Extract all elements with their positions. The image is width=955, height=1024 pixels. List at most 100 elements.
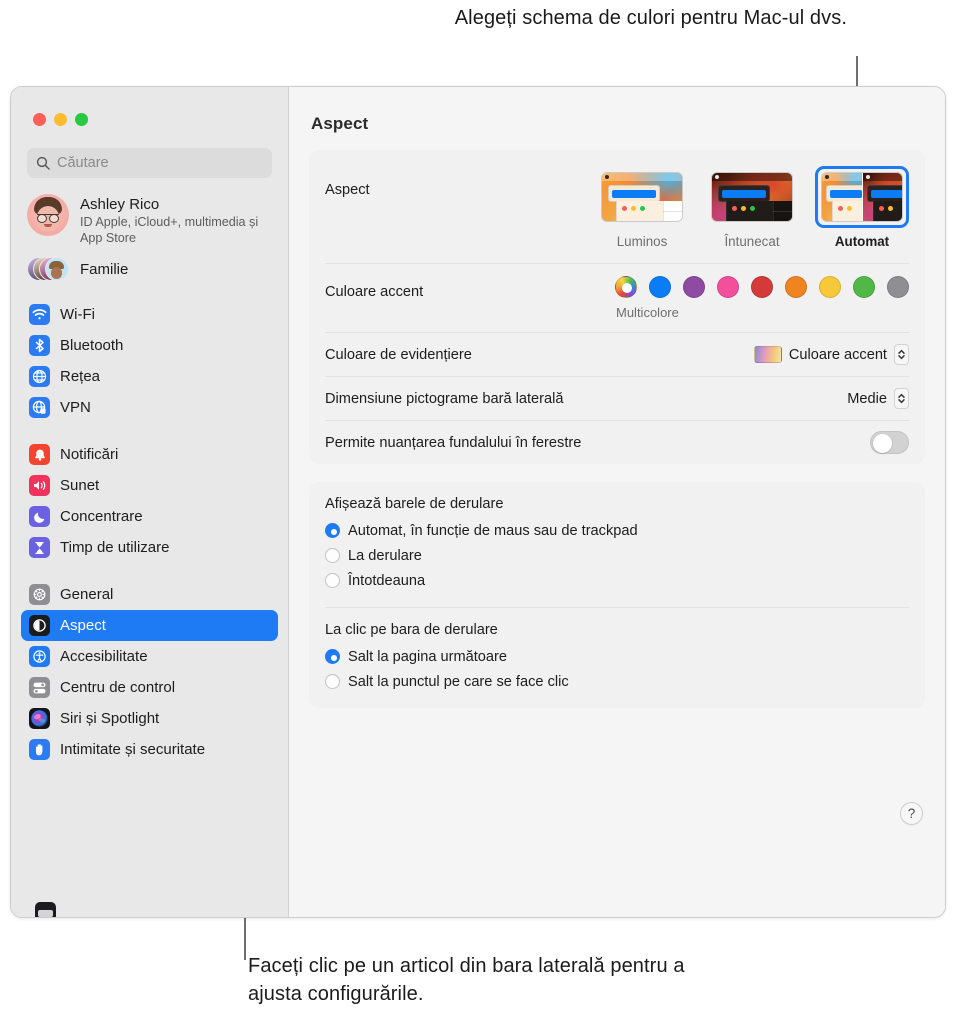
chevron-up-down-icon xyxy=(894,388,909,409)
sidebar-item-familie[interactable]: Familie xyxy=(11,246,288,283)
accent-color-row: Culoare accent Multicolore xyxy=(325,263,909,332)
hand-icon xyxy=(29,739,50,760)
sidebar-item-label: Accesibilitate xyxy=(60,648,148,665)
account-row[interactable]: Ashley Rico ID Apple, iCloud+, multimedi… xyxy=(11,178,288,246)
radio-button[interactable] xyxy=(325,573,340,588)
accessibility-icon xyxy=(29,646,50,667)
accent-swatch-multicolor[interactable] xyxy=(615,276,637,298)
scroll-bars-card: Afișează barele de derulare Automat, în … xyxy=(309,482,925,708)
appearance-option-light[interactable]: Luminos xyxy=(595,166,689,249)
sidebar-item-bluetooth[interactable]: Bluetooth xyxy=(21,330,278,361)
radio-label: Salt la pagina următoare xyxy=(348,648,508,665)
accent-swatch-graphite[interactable] xyxy=(887,276,909,298)
search-input[interactable]: Căutare xyxy=(27,148,272,178)
highlight-color-chip xyxy=(753,346,782,363)
sidebar-item-label: Wi-Fi xyxy=(60,306,95,323)
click-scroll-bar-option-spot-clicked[interactable]: Salt la punctul pe care se face clic xyxy=(325,669,909,694)
show-scroll-bars-option-when-scrolling[interactable]: La derulare xyxy=(325,543,909,568)
radio-button[interactable] xyxy=(325,649,340,664)
sidebar-item-retea[interactable]: Rețea xyxy=(21,361,278,392)
radio-button[interactable] xyxy=(325,548,340,563)
control-center-icon xyxy=(29,677,50,698)
sidebar-item-notificari[interactable]: Notificări xyxy=(21,439,278,470)
search-container: Căutare xyxy=(11,126,288,178)
accent-color-options: Multicolore xyxy=(615,276,909,320)
sidebar-item-intimitate-si-securitate[interactable]: Intimitate și securitate xyxy=(21,734,278,765)
minimize-button[interactable] xyxy=(54,113,67,126)
radio-button[interactable] xyxy=(325,674,340,689)
appearance-option-dark[interactable]: Întunecat xyxy=(705,166,799,249)
close-button[interactable] xyxy=(33,113,46,126)
sidebar-icon-size-label: Dimensiune pictograme bară laterală xyxy=(325,390,564,407)
account-text: Ashley Rico ID Apple, iCloud+, multimedi… xyxy=(80,194,270,246)
search-icon xyxy=(36,156,50,170)
vpn-globe-icon xyxy=(29,397,50,418)
bell-icon xyxy=(29,444,50,465)
account-subtitle: ID Apple, iCloud+, multimedia și App Sto… xyxy=(80,215,259,245)
annotation-top: Alegeți schema de culori pentru Mac-ul d… xyxy=(454,7,847,29)
sidebar-item-label: VPN xyxy=(60,399,91,416)
sidebar-item-aspect[interactable]: Aspect xyxy=(21,610,278,641)
sidebar-item-general[interactable]: General xyxy=(21,579,278,610)
appearance-row: Aspect Luminos Întunecat Automat xyxy=(325,150,909,263)
sidebar-item-centru-de-control[interactable]: Centru de control xyxy=(21,672,278,703)
accent-swatch-pink[interactable] xyxy=(717,276,739,298)
sidebar-group-network: Wi-Fi Bluetooth Rețea VPN xyxy=(11,283,288,423)
accent-swatch-yellow[interactable] xyxy=(819,276,841,298)
accent-swatch-red[interactable] xyxy=(751,276,773,298)
annotation-bottom: Faceți clic pe un articol din bara later… xyxy=(248,955,685,1005)
sidebar-item-sunet[interactable]: Sunet xyxy=(21,470,278,501)
wallpaper-tinting-label: Permite nuanțarea fundalului în ferestre xyxy=(325,434,582,451)
sidebar-item-label: Intimitate și securitate xyxy=(60,741,206,758)
window-controls xyxy=(11,87,288,126)
sidebar-item-concentrare[interactable]: Concentrare xyxy=(21,501,278,532)
accent-swatch-purple[interactable] xyxy=(683,276,705,298)
sidebar-item-timp-de-utilizare[interactable]: Timp de utilizare xyxy=(21,532,278,563)
sidebar-icon-size-popup-button[interactable]: Medie xyxy=(847,388,909,409)
show-scroll-bars-option-auto[interactable]: Automat, în funcție de maus sau de track… xyxy=(325,518,909,543)
gear-icon xyxy=(29,584,50,605)
wallpaper-tinting-toggle[interactable] xyxy=(870,431,909,454)
appearance-label: Aspect xyxy=(325,182,370,198)
accent-color-caption: Multicolore xyxy=(616,305,679,320)
wallpaper-tinting-row: Permite nuanțarea fundalului în ferestre xyxy=(325,420,909,464)
sidebar-item-label: Concentrare xyxy=(60,508,143,525)
appearance-option-auto[interactable]: Automat xyxy=(815,166,909,249)
radio-button[interactable] xyxy=(325,523,340,538)
search-placeholder: Căutare xyxy=(57,155,109,171)
sidebar-item-label: Familie xyxy=(80,260,129,278)
sidebar-item-wifi[interactable]: Wi-Fi xyxy=(21,299,278,330)
accent-swatch-blue[interactable] xyxy=(649,276,671,298)
click-scroll-bar-option-next-page[interactable]: Salt la pagina următoare xyxy=(325,644,909,669)
show-scroll-bars-option-always[interactable]: Întotdeauna xyxy=(325,568,909,593)
radio-label: Automat, în funcție de maus sau de track… xyxy=(348,522,638,539)
sidebar-item-siri-si-spotlight[interactable]: Siri și Spotlight xyxy=(21,703,278,734)
sidebar-group-system: Notificări Sunet Concentrare Timp de uti… xyxy=(11,423,288,563)
highlight-color-popup-button[interactable]: Culoare accent xyxy=(753,344,909,365)
sidebar-item-partial-icon[interactable] xyxy=(35,902,56,917)
sidebar-item-label: General xyxy=(60,586,114,603)
bluetooth-icon xyxy=(29,335,50,356)
sidebar: Căutare Ashley Rico ID Apple, iCloud+, m… xyxy=(11,87,289,917)
sidebar-item-label: Bluetooth xyxy=(60,337,124,354)
detail-pane: Aspect Aspect Luminos Întunecat Automat … xyxy=(289,87,945,917)
show-scroll-bars-title: Afișează barele de derulare xyxy=(325,496,504,512)
sidebar-item-label: Sunet xyxy=(60,477,100,494)
sidebar-item-label: Timp de utilizare xyxy=(60,539,170,556)
accent-swatch-orange[interactable] xyxy=(785,276,807,298)
sidebar-item-label: Centru de control xyxy=(60,679,176,696)
help-button[interactable]: ? xyxy=(900,802,923,825)
sidebar-item-label: Rețea xyxy=(60,368,101,385)
sidebar-item-label: Aspect xyxy=(60,617,106,634)
family-avatars-icon xyxy=(27,255,69,283)
appearance-option-label: Întunecat xyxy=(724,234,780,249)
accent-swatch-green[interactable] xyxy=(853,276,875,298)
speaker-icon xyxy=(29,475,50,496)
zoom-button[interactable] xyxy=(75,113,88,126)
highlight-color-label: Culoare de evidențiere xyxy=(325,346,472,363)
sidebar-item-vpn[interactable]: VPN xyxy=(21,392,278,423)
moon-icon xyxy=(29,506,50,527)
sidebar-item-label: Notificări xyxy=(60,446,119,463)
sidebar-item-accesibilitate[interactable]: Accesibilitate xyxy=(21,641,278,672)
click-scroll-bar-title: La clic pe bara de derulare xyxy=(325,622,498,638)
